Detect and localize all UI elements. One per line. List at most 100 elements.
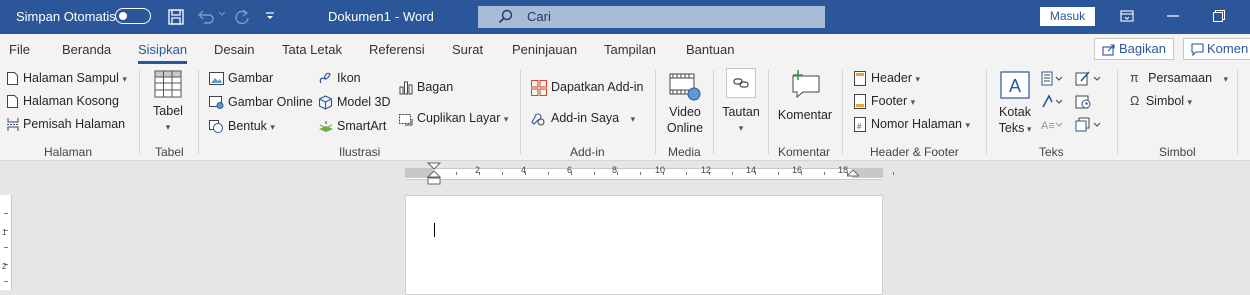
video-icon xyxy=(669,73,701,101)
ruler-number: 18 xyxy=(838,165,849,175)
vruler-tick xyxy=(4,281,8,282)
comments-button[interactable]: Komen xyxy=(1183,38,1250,60)
tab-peninjauan[interactable]: Peninjauan xyxy=(512,42,577,57)
header-button[interactable]: Header ▾ xyxy=(854,71,920,86)
title-bar: Simpan Otomatis Dokumen1 - Word Cari Mas… xyxy=(0,0,1250,34)
smartart-button[interactable]: SmartArt xyxy=(318,119,386,133)
chevron-down-icon: ▾ xyxy=(165,122,171,132)
tab-tampilan[interactable]: Tampilan xyxy=(604,42,656,57)
cover-page-label: Halaman Sampul xyxy=(23,71,119,85)
screenshot-icon xyxy=(399,114,413,126)
document-page[interactable] xyxy=(405,195,883,295)
ruler-number: 8 xyxy=(612,165,618,175)
my-addins-label: Add-in Saya xyxy=(551,111,620,125)
ribbon-display-icon[interactable] xyxy=(1120,9,1134,23)
ruler-number: 2 xyxy=(475,165,481,175)
chevron-down-icon: ▾ xyxy=(270,122,275,132)
my-addins-button[interactable]: Add-in Saya ▾ xyxy=(531,111,635,126)
undo-icon[interactable] xyxy=(196,8,216,26)
blank-page-icon xyxy=(7,95,18,108)
tab-sisipkan[interactable]: Sisipkan xyxy=(138,42,187,57)
undo-dropdown-icon[interactable] xyxy=(219,12,225,16)
page-break-icon xyxy=(7,118,19,131)
cover-page-icon xyxy=(7,72,18,85)
page-number-icon: # xyxy=(854,117,866,132)
text-cursor xyxy=(434,223,435,237)
tab-beranda[interactable]: Beranda xyxy=(62,42,111,57)
tab-file[interactable]: File xyxy=(9,42,30,57)
tab-surat[interactable]: Surat xyxy=(452,42,483,57)
minimize-icon[interactable] xyxy=(1167,15,1179,17)
links-button[interactable]: Tautan ▾ xyxy=(720,68,762,136)
app-name: Word xyxy=(403,9,434,24)
pictures-button[interactable]: Gambar xyxy=(209,71,273,85)
table-icon xyxy=(154,70,182,98)
customize-toolbar-icon[interactable] xyxy=(265,12,275,20)
3d-models-button[interactable]: Model 3D xyxy=(318,95,391,110)
sign-in-button[interactable]: Masuk xyxy=(1040,7,1095,26)
online-pictures-button[interactable]: Gambar Online xyxy=(209,95,313,109)
table-button[interactable]: Tabel ▾ xyxy=(150,70,186,135)
group-divider xyxy=(1237,70,1238,154)
object-icon[interactable] xyxy=(1075,117,1101,132)
cover-page-button[interactable]: Halaman Sampul ▾ xyxy=(7,71,127,85)
redo-icon[interactable] xyxy=(233,8,251,26)
tab-tata-letak[interactable]: Tata Letak xyxy=(282,42,342,57)
save-icon[interactable] xyxy=(167,8,185,26)
tab-desain[interactable]: Desain xyxy=(214,42,254,57)
icons-label: Ikon xyxy=(337,71,361,85)
omega-icon: Ω xyxy=(1130,94,1140,108)
vruler-tick xyxy=(4,213,8,214)
3d-models-label: Model 3D xyxy=(337,95,391,109)
new-comment-label: Komentar xyxy=(777,108,833,122)
group-label-tabel: Tabel xyxy=(155,145,184,159)
new-comment-button[interactable]: Komentar xyxy=(775,70,835,123)
signature-line-icon[interactable] xyxy=(1075,71,1101,86)
shapes-button[interactable]: Bentuk ▾ xyxy=(209,119,275,133)
ruler-number: 4 xyxy=(521,165,527,175)
page-break-button[interactable]: Pemisah Halaman xyxy=(7,117,125,131)
smartart-icon xyxy=(319,121,333,132)
right-indent-marker-icon[interactable] xyxy=(847,170,859,178)
svg-text:A: A xyxy=(1009,76,1021,96)
group-label-header-footer: Header & Footer xyxy=(870,145,959,159)
restore-icon[interactable] xyxy=(1213,10,1225,22)
ruler-tick xyxy=(456,172,457,175)
wordart-icon[interactable] xyxy=(1041,94,1063,109)
icons-button[interactable]: Ikon xyxy=(318,71,361,85)
group-label-halaman: Halaman xyxy=(44,145,93,159)
quick-parts-icon[interactable] xyxy=(1041,71,1063,86)
indent-marker-icon[interactable] xyxy=(427,162,441,186)
blank-page-button[interactable]: Halaman Kosong xyxy=(7,94,119,108)
title-separator: - xyxy=(395,9,400,24)
text-box-button[interactable]: A Kotak Teks ▾ xyxy=(994,71,1036,137)
page-number-label: Nomor Halaman xyxy=(871,117,963,131)
ribbon-tabs: File Beranda Sisipkan Desain Tata Letak … xyxy=(0,34,1250,66)
date-time-icon[interactable] xyxy=(1075,94,1091,109)
equation-button[interactable]: π Persamaan ▾ xyxy=(1130,71,1228,85)
autosave-toggle[interactable] xyxy=(115,8,151,24)
search-icon xyxy=(498,9,514,25)
drop-cap-icon[interactable]: A≡ xyxy=(1041,117,1063,132)
online-video-button[interactable]: Video Online xyxy=(665,73,705,136)
table-label: Tabel xyxy=(153,104,183,118)
tab-referensi[interactable]: Referensi xyxy=(369,42,425,57)
tab-bantuan[interactable]: Bantuan xyxy=(686,42,734,57)
chart-label: Bagan xyxy=(417,80,454,94)
page-number-button[interactable]: # Nomor Halaman ▾ xyxy=(854,117,970,132)
symbol-button[interactable]: Ω Simbol ▾ xyxy=(1130,94,1192,108)
chevron-down-icon: ▾ xyxy=(910,97,916,107)
ruler-number: 12 xyxy=(701,165,712,175)
chart-button[interactable]: Bagan xyxy=(399,80,454,95)
get-addins-button[interactable]: Dapatkan Add-in xyxy=(531,80,643,96)
group-divider xyxy=(520,70,521,154)
shapes-icon xyxy=(209,120,223,133)
ruler-tick xyxy=(594,172,595,175)
footer-button[interactable]: Footer ▾ xyxy=(854,94,916,109)
group-label-komentar: Komentar xyxy=(778,145,831,159)
group-label-ilustrasi: Ilustrasi xyxy=(339,145,381,159)
screenshot-button[interactable]: Cuplikan Layar ▾ xyxy=(399,111,508,126)
search-box[interactable]: Cari xyxy=(478,6,825,28)
share-button[interactable]: Bagikan xyxy=(1094,38,1174,60)
vertical-ruler[interactable] xyxy=(0,195,12,290)
